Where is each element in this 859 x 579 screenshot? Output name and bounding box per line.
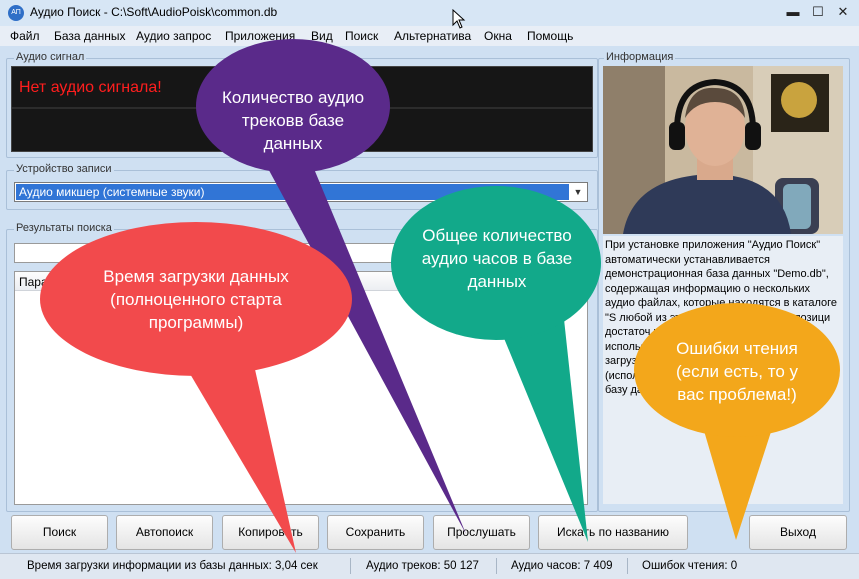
- callout-text-errors: Ошибки чтения (если есть, то у вас пробл…: [675, 339, 799, 404]
- callout-text-hours: Общее количество аудио часов в базе данн…: [421, 226, 573, 291]
- mouse-cursor-icon: [452, 9, 466, 29]
- callout-text-load-time: Время загрузки данных (полноценного стар…: [103, 267, 289, 332]
- callout-text-tracks: Количество аудио трековв базе данных: [221, 88, 365, 153]
